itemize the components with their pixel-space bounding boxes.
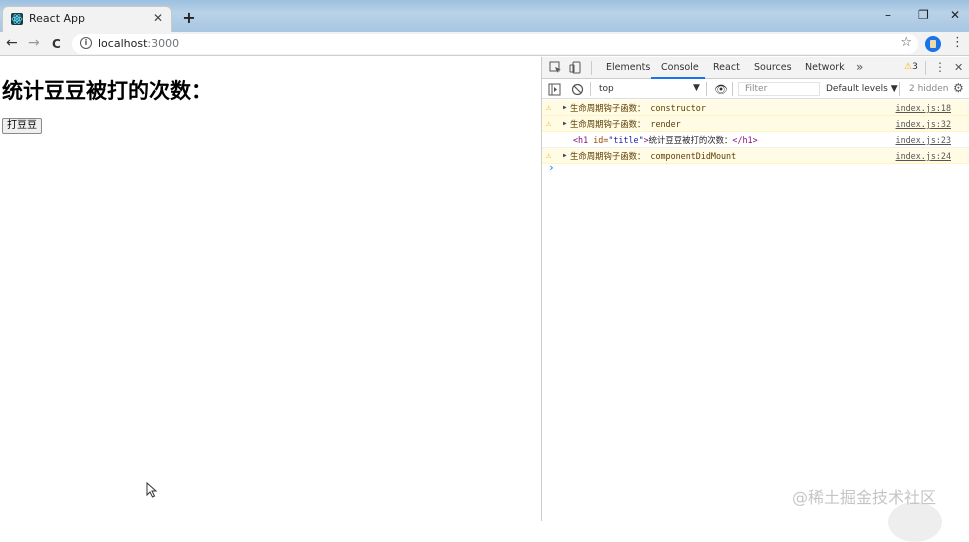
toolbar-divider — [732, 82, 733, 96]
console-message[interactable]: ⚠ ▶ 生命周期钩子函数： componentDidMount index.js… — [542, 148, 969, 164]
expand-arrow-icon[interactable]: ▶ — [563, 100, 567, 116]
react-favicon-icon — [11, 13, 23, 25]
device-toolbar-icon[interactable] — [569, 61, 582, 74]
tab-network[interactable]: Network — [805, 62, 845, 73]
toolbar-divider — [590, 82, 591, 96]
toolbar-divider — [925, 61, 926, 75]
log-label: 生命周期钩子函数： — [570, 151, 646, 161]
profile-avatar[interactable] — [925, 36, 941, 52]
play-overlay — [888, 502, 942, 542]
bookmark-star-icon[interactable]: ☆ — [900, 35, 912, 50]
log-levels-dropdown[interactable]: Default levels ▼ — [826, 84, 898, 94]
source-link[interactable]: index.js:18 — [896, 100, 951, 116]
console-toolbar: top ▼ 👁 Filter Default levels ▼ 2 hidden… — [542, 79, 969, 99]
devtools-panel: Elements Console React Sources Network »… — [541, 57, 969, 521]
url-host: localhost — [98, 37, 148, 50]
warning-count: 3 — [912, 62, 918, 72]
toolbar-divider — [899, 82, 900, 96]
console-prompt[interactable]: › — [548, 161, 555, 174]
tab-console[interactable]: Console — [661, 62, 699, 73]
html-attr-name: id= — [593, 135, 609, 145]
browser-window: React App ✕ + – ❐ ✕ ← → C i localhost:30… — [0, 0, 969, 542]
html-text: 统计豆豆被打的次数： — [648, 135, 733, 145]
warning-icon: ⚠ — [546, 119, 552, 129]
devtools-menu-icon[interactable]: ⋮ — [934, 60, 946, 74]
hidden-messages-count: 2 hidden — [909, 84, 949, 94]
source-link[interactable]: index.js:32 — [896, 116, 951, 132]
tab-sources[interactable]: Sources — [754, 62, 792, 73]
hit-doudou-button[interactable]: 打豆豆 — [2, 118, 42, 134]
url-text: localhost:3000 — [98, 37, 179, 50]
site-info-icon[interactable]: i — [80, 37, 92, 49]
watermark: @稀土掘金技术社区 — [792, 488, 937, 507]
reload-button[interactable]: C — [52, 37, 61, 51]
log-value: render — [650, 119, 681, 129]
address-bar[interactable]: i localhost:3000 ☆ — [72, 34, 918, 54]
toolbar-divider — [591, 61, 592, 75]
context-selector[interactable]: top — [599, 84, 614, 94]
html-attr-value: "title" — [608, 135, 644, 145]
more-tabs-icon[interactable]: » — [856, 60, 863, 74]
title-bar: React App ✕ + – ❐ ✕ — [0, 0, 969, 32]
tab-elements[interactable]: Elements — [606, 62, 650, 73]
warning-count-badge[interactable]: ⚠3 — [904, 62, 918, 72]
tab-react[interactable]: React — [713, 62, 740, 73]
source-link[interactable]: index.js:23 — [896, 132, 951, 148]
context-dropdown-icon[interactable]: ▼ — [693, 83, 700, 93]
browser-menu-icon[interactable]: ⋮ — [951, 35, 964, 50]
browser-toolbar: ← → C i localhost:3000 ☆ ⋮ — [0, 32, 969, 56]
page-title: 统计豆豆被打的次数： — [2, 79, 212, 103]
devtools-close-icon[interactable]: ✕ — [954, 61, 963, 74]
html-close-tag: </h1> — [732, 135, 758, 145]
console-filter-input[interactable]: Filter — [738, 82, 820, 96]
expand-arrow-icon[interactable]: ▶ — [563, 116, 567, 132]
mouse-cursor-icon — [146, 482, 158, 498]
restore-button[interactable]: ❐ — [918, 8, 929, 22]
source-link[interactable]: index.js:24 — [896, 148, 951, 164]
live-expression-eye-icon[interactable]: 👁 — [714, 83, 728, 96]
minimize-button[interactable]: – — [885, 8, 891, 22]
warning-icon: ⚠ — [904, 62, 913, 72]
devtools-tab-bar: Elements Console React Sources Network »… — [542, 57, 969, 79]
toolbar-divider — [706, 82, 707, 96]
inspect-element-icon[interactable] — [549, 61, 562, 74]
console-sidebar-icon[interactable] — [548, 83, 561, 96]
expand-arrow-icon[interactable]: ▶ — [563, 148, 567, 164]
log-label: 生命周期钩子函数： — [570, 119, 646, 129]
new-tab-button[interactable]: + — [180, 9, 198, 27]
forward-button[interactable]: → — [28, 35, 40, 51]
tab-close-icon[interactable]: ✕ — [153, 11, 163, 25]
page-viewport: 统计豆豆被打的次数： 打豆豆 — [0, 57, 541, 521]
log-label: 生命周期钩子函数： — [570, 103, 646, 113]
window-close-button[interactable]: ✕ — [950, 8, 960, 22]
console-message[interactable]: <h1 id="title">统计豆豆被打的次数：</h1> index.js:… — [542, 132, 969, 148]
url-port: :3000 — [147, 37, 180, 50]
console-message[interactable]: ⚠ ▶ 生命周期钩子函数： render index.js:32 — [542, 116, 969, 132]
log-value: constructor — [650, 103, 706, 113]
clear-console-icon[interactable] — [571, 83, 584, 96]
tab-title: React App — [29, 12, 86, 25]
html-open-tag: <h1 — [573, 135, 589, 145]
log-value: componentDidMount — [650, 151, 737, 161]
back-button[interactable]: ← — [6, 35, 18, 51]
console-message[interactable]: ⚠ ▶ 生命周期钩子函数： constructor index.js:18 — [542, 100, 969, 116]
warning-icon: ⚠ — [546, 103, 552, 113]
console-settings-gear-icon[interactable]: ⚙ — [953, 81, 964, 95]
browser-tab[interactable]: React App ✕ — [2, 6, 172, 32]
